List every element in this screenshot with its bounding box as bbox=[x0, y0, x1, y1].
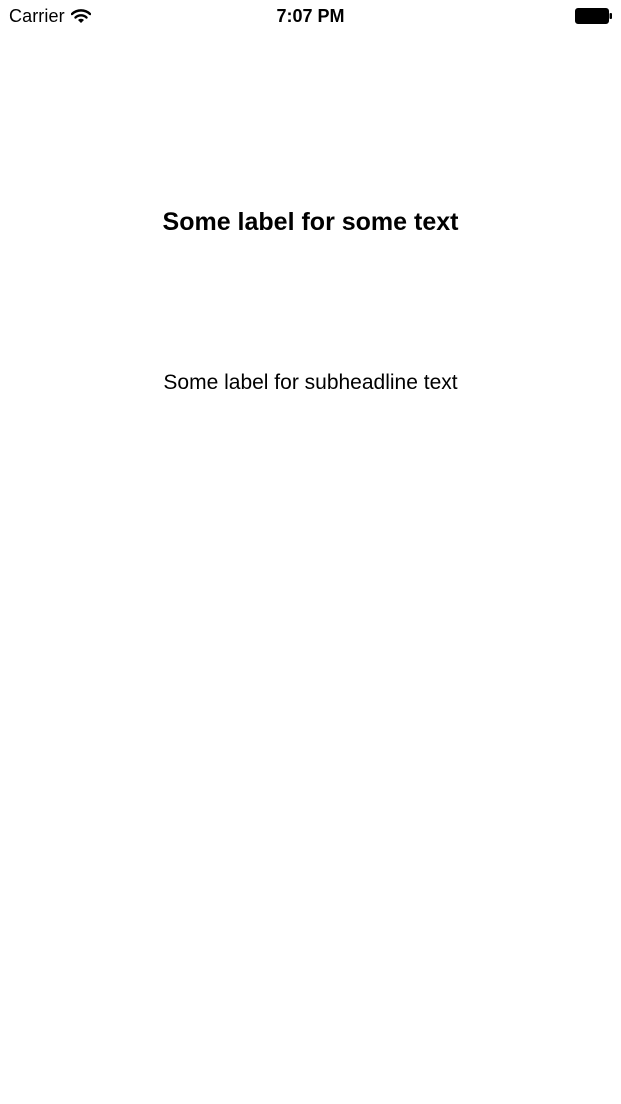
subheadline-label: Some label for subheadline text bbox=[163, 371, 458, 394]
status-time: 7:07 PM bbox=[276, 6, 345, 26]
headline-label: Some label for some text bbox=[162, 208, 459, 236]
battery-icon bbox=[575, 8, 612, 24]
status-bar: Carrier 7:07 PM bbox=[0, 0, 621, 32]
